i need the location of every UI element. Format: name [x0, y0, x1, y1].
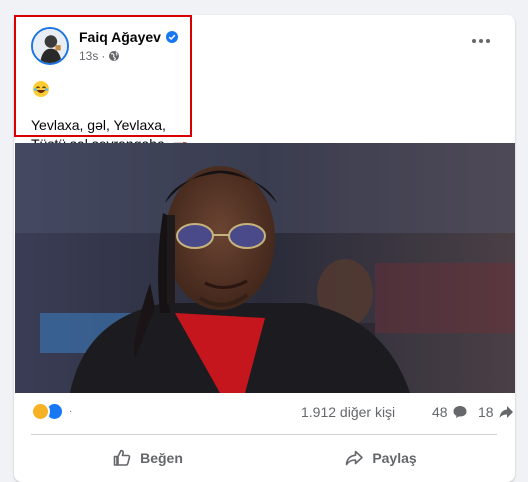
author-name-text[interactable]: Faiq Ağayev: [79, 29, 161, 45]
laughing-emoji-icon: [33, 81, 49, 97]
reaction-separator: ·: [69, 406, 73, 417]
more-options-icon[interactable]: [469, 35, 493, 47]
comments-count[interactable]: 48: [432, 404, 468, 420]
share-arrow-icon: [499, 406, 513, 418]
thumbs-up-icon: [113, 449, 131, 466]
share-button-label: Paylaş: [372, 450, 417, 466]
post-photo[interactable]: [15, 143, 515, 393]
shares-count[interactable]: 18: [478, 404, 514, 420]
post-time[interactable]: 13s: [79, 49, 98, 63]
comments-count-text: 48: [432, 404, 448, 420]
post-actions: Beğen Paylaş: [31, 440, 497, 476]
reaction-people-count[interactable]: 1.912 diğer kişi: [301, 404, 395, 420]
shares-count-text: 18: [478, 404, 494, 420]
divider: [31, 434, 497, 435]
like-button[interactable]: Beğen: [31, 440, 264, 476]
globe-icon: [109, 51, 120, 61]
comment-icon: [453, 406, 467, 418]
verified-badge-icon: [165, 31, 178, 43]
haha-reaction-icon: [31, 402, 50, 421]
author-avatar[interactable]: [31, 27, 69, 65]
share-icon: [346, 450, 364, 466]
post-stats: · 1.912 diğer kişi 48 18: [31, 401, 513, 425]
like-button-label: Beğen: [140, 450, 183, 466]
reactions-summary[interactable]: ·: [31, 402, 72, 421]
more-dot: [486, 39, 490, 43]
post-header: Faiq Ağayev 13s ·: [31, 27, 471, 67]
author-name[interactable]: Faiq Ağayev: [79, 29, 178, 45]
more-dot: [479, 39, 483, 43]
more-dot: [472, 39, 476, 43]
share-button[interactable]: Paylaş: [264, 440, 497, 476]
meta-separator: ·: [101, 49, 106, 63]
post-card: Faiq Ağayev 13s · Yevlaxa, gəl, Yevlaxa,…: [14, 15, 515, 482]
post-meta: 13s ·: [79, 49, 120, 63]
